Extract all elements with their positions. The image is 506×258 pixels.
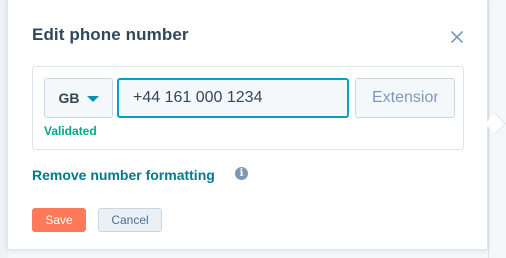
phone-number-input[interactable] — [117, 78, 349, 118]
caret-down-icon — [86, 95, 99, 102]
cancel-button[interactable]: Cancel — [98, 208, 162, 232]
close-button[interactable] — [448, 28, 466, 46]
phone-field-group: GB Validated — [32, 66, 464, 150]
edit-phone-popover: Edit phone number GB Validated Remove nu… — [7, 0, 506, 250]
country-code-label: GB — [58, 90, 80, 106]
validation-status: Validated — [44, 124, 97, 138]
extension-input[interactable] — [355, 78, 455, 118]
dialog-title: Edit phone number — [32, 25, 189, 44]
info-icon[interactable]: i — [235, 167, 248, 180]
save-button[interactable]: Save — [32, 208, 86, 232]
close-icon — [451, 31, 463, 43]
remove-number-formatting-link[interactable]: Remove number formatting — [32, 167, 215, 183]
country-code-dropdown[interactable]: GB — [44, 78, 113, 118]
